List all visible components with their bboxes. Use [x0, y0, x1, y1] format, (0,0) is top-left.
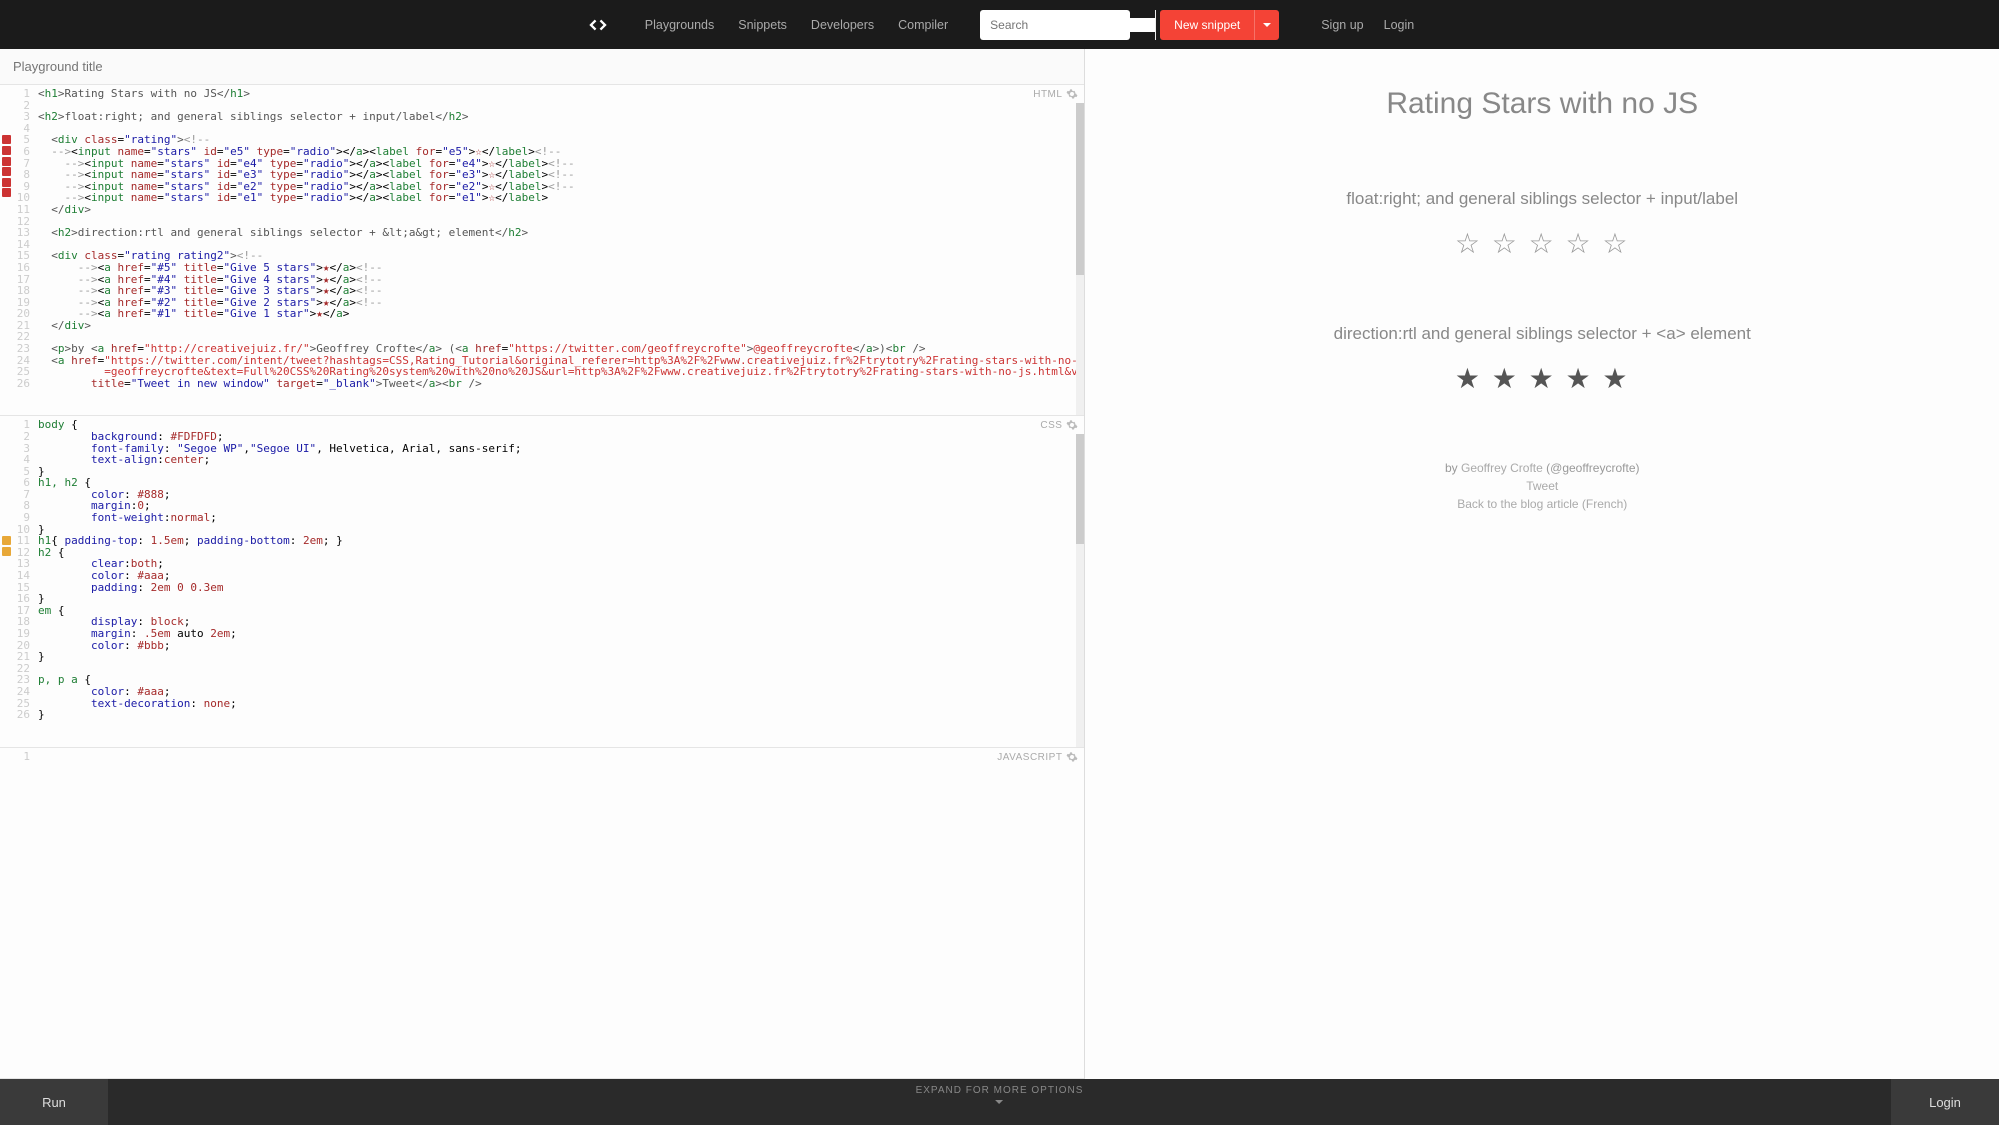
preview-heading-2b: direction:rtl and general siblings selec…: [1085, 324, 1999, 344]
new-snippet-button[interactable]: New snippet: [1160, 10, 1279, 40]
playground-title-bar: [0, 49, 1084, 85]
css-editor-pane[interactable]: CSS 123456789101112131415161718192021222…: [0, 416, 1084, 747]
code-content[interactable]: body { background: #FDFDFD; font-family:…: [38, 419, 1084, 746]
gear-icon[interactable]: [1066, 88, 1078, 100]
nav-snippets[interactable]: Snippets: [738, 18, 787, 32]
new-snippet-dropdown[interactable]: [1254, 10, 1279, 40]
scrollbar-thumb[interactable]: [1076, 103, 1084, 275]
chevron-down-icon: [1263, 23, 1271, 27]
gear-icon[interactable]: [1066, 751, 1078, 763]
author-link[interactable]: Geoffrey Crofte: [1461, 461, 1543, 475]
chevron-down-icon: [996, 1100, 1004, 1104]
login-link[interactable]: Login: [1384, 18, 1415, 32]
footer-login-button[interactable]: Login: [1891, 1079, 1999, 1125]
by-prefix: by: [1445, 461, 1461, 475]
nav-compiler[interactable]: Compiler: [898, 18, 948, 32]
search-box: All: [980, 10, 1130, 40]
pane-label-html: HTML: [1033, 89, 1062, 100]
pane-label-js: JAVASCRIPT: [997, 752, 1062, 763]
preview-heading-1: Rating Stars with no JS: [1085, 87, 1999, 121]
tweet-link[interactable]: Tweet: [1526, 479, 1558, 493]
run-button[interactable]: Run: [0, 1079, 108, 1125]
bottom-toolbar: Run EXPAND FOR MORE OPTIONS Login: [0, 1079, 1999, 1125]
new-snippet-label: New snippet: [1160, 18, 1254, 32]
code-content[interactable]: <h1>Rating Stars with no JS</h1><h2>floa…: [38, 88, 1084, 415]
pane-label-css: CSS: [1040, 420, 1062, 431]
expand-label: EXPAND FOR MORE OPTIONS: [916, 1085, 1084, 1096]
back-link[interactable]: Back to the blog article (French): [1457, 497, 1627, 511]
gutter-markers: [0, 419, 12, 746]
stars-row-filled[interactable]: ★ ★ ★ ★ ★: [1085, 362, 1999, 395]
signup-link[interactable]: Sign up: [1321, 18, 1363, 32]
preview-heading-2a: float:right; and general siblings select…: [1085, 189, 1999, 209]
playground-title-input[interactable]: [13, 59, 1071, 74]
preview-pane: Rating Stars with no JS float:right; and…: [1085, 49, 1999, 1079]
gutter-markers: [0, 88, 12, 415]
line-number-gutter: 1234567891011121314151617181920212223242…: [12, 419, 38, 746]
top-nav: Playgrounds Snippets Developers Compiler…: [0, 0, 1999, 49]
html-editor-pane[interactable]: HTML 12345678910111213141516171819202122…: [0, 85, 1084, 416]
expand-options[interactable]: EXPAND FOR MORE OPTIONS: [916, 1085, 1084, 1107]
line-number-gutter: 1: [12, 751, 38, 1078]
gear-icon[interactable]: [1066, 419, 1078, 431]
nav-playgrounds[interactable]: Playgrounds: [645, 18, 715, 32]
stars-row-empty[interactable]: ☆ ☆ ☆ ☆ ☆: [1085, 227, 1999, 260]
js-editor-pane[interactable]: JAVASCRIPT 1: [0, 748, 1084, 1079]
scrollbar-thumb[interactable]: [1076, 434, 1084, 543]
gutter-markers: [0, 751, 12, 1078]
code-content[interactable]: [38, 751, 1084, 1078]
author-handle: (@geoffreycrofte): [1546, 461, 1639, 475]
nav-developers[interactable]: Developers: [811, 18, 874, 32]
byline: by Geoffrey Crofte (@geoffreycrofte) Twe…: [1085, 459, 1999, 513]
logo-icon[interactable]: [585, 12, 611, 38]
line-number-gutter: 1234567891011121314151617181920212223242…: [12, 88, 38, 415]
search-input[interactable]: [980, 18, 1155, 32]
